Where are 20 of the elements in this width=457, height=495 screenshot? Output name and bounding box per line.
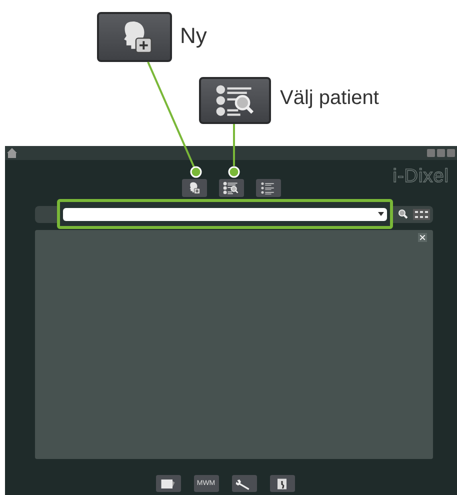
- callout-label: Ny: [180, 25, 207, 47]
- app-logo: i-Dixel: [392, 166, 449, 188]
- toolbar-button[interactable]: [218, 179, 244, 197]
- notepad-icon: [159, 478, 177, 490]
- toolbar-button[interactable]: [232, 475, 256, 492]
- patient-list-icon: [259, 181, 277, 195]
- grid-icon[interactable]: [413, 208, 430, 220]
- home-icon[interactable]: [7, 148, 17, 158]
- toolbar-button[interactable]: [156, 475, 180, 492]
- toolbar-button[interactable]: [182, 179, 206, 197]
- callout-label: Välj patient: [280, 88, 379, 108]
- leader-line: [228, 124, 240, 178]
- search-icon[interactable]: [398, 209, 408, 219]
- toolbar-button[interactable]: [270, 475, 294, 492]
- toolbar-button[interactable]: [256, 179, 280, 197]
- dropdown-arrow-icon[interactable]: [378, 212, 384, 216]
- patient-combobox[interactable]: [63, 208, 387, 220]
- patient-search-icon: [222, 181, 240, 195]
- search-bar-segment: [35, 206, 57, 222]
- close-button[interactable]: [418, 233, 427, 242]
